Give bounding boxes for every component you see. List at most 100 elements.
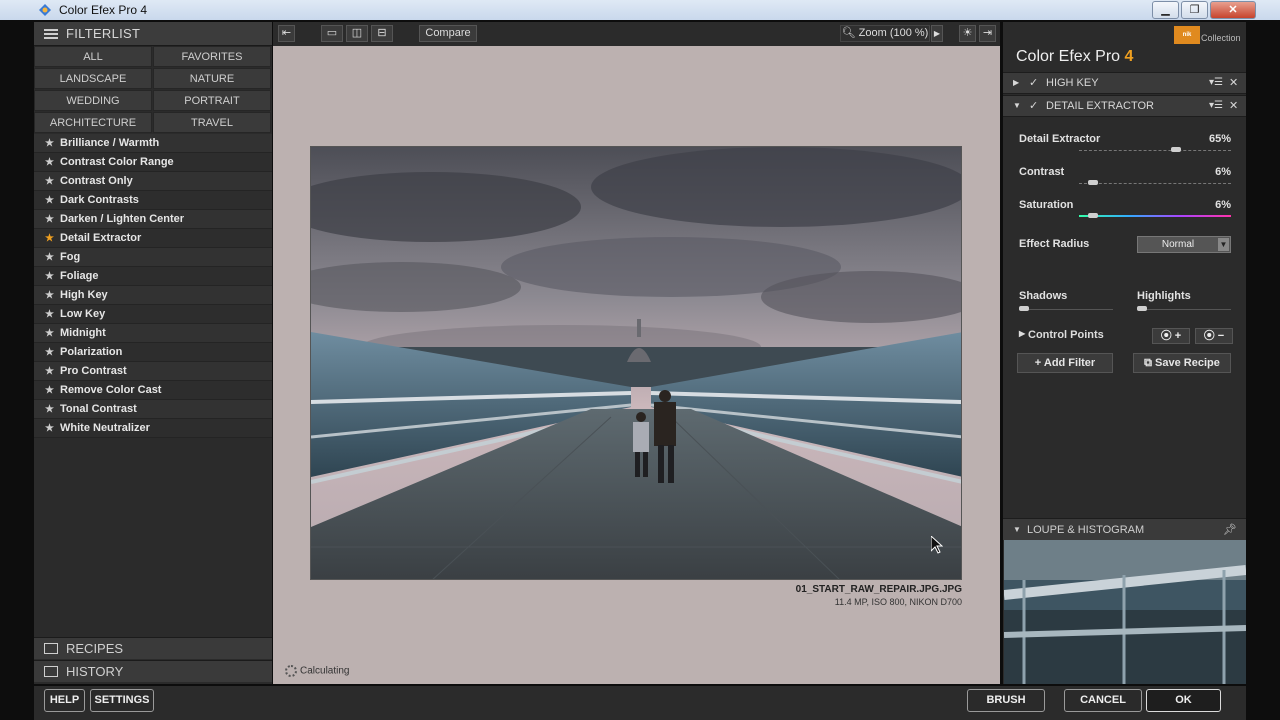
recipes-section[interactable]: RECIPES <box>34 637 272 659</box>
remove-filter-icon[interactable]: ✕ <box>1229 73 1238 93</box>
preview-image[interactable] <box>310 146 962 580</box>
slider-knob[interactable] <box>1087 180 1098 185</box>
side-by-side-view-icon[interactable]: ⊟ <box>371 25 393 42</box>
category-travel[interactable]: TRAVEL <box>153 112 271 133</box>
filterlist-header[interactable]: FILTERLIST <box>34 22 272 46</box>
loupe-preview[interactable] <box>1004 540 1246 684</box>
slider-knob[interactable] <box>1137 306 1147 311</box>
category-architecture[interactable]: ARCHITECTURE <box>34 112 152 133</box>
control-points-label[interactable]: Control Points <box>1028 329 1104 341</box>
split-view-icon[interactable]: ◫ <box>346 25 368 42</box>
slider-track[interactable] <box>1137 309 1231 310</box>
star-icon[interactable]: ★ <box>45 343 54 362</box>
collapse-arrow-icon[interactable]: ▼ <box>1013 96 1021 116</box>
star-icon[interactable]: ★ <box>45 267 54 286</box>
star-icon[interactable]: ★ <box>45 172 54 191</box>
filter-item[interactable]: ★ Pro Contrast <box>34 362 272 381</box>
hide-panel-icon[interactable]: ⇤ <box>278 25 295 42</box>
pin-icon[interactable]: 📌︎ <box>1223 519 1237 541</box>
add-control-point-button[interactable]: ⦿ + <box>1152 328 1190 344</box>
filter-item[interactable]: ★ Remove Color Cast <box>34 381 272 400</box>
filter-item[interactable]: ★ Tonal Contrast <box>34 400 272 419</box>
filter-item[interactable]: ★ High Key <box>34 286 272 305</box>
enable-checkbox[interactable]: ✓ <box>1029 96 1038 116</box>
star-icon[interactable]: ★ <box>45 419 54 438</box>
add-filter-button[interactable]: + Add Filter <box>1017 353 1113 373</box>
brightness-icon[interactable]: ☀ <box>959 25 976 42</box>
star-icon[interactable]: ★ <box>45 400 54 419</box>
help-button[interactable]: HELP <box>44 689 85 712</box>
saturation-slider[interactable]: Saturation 6% <box>1019 199 1231 229</box>
star-icon[interactable]: ★ <box>45 134 54 153</box>
category-wedding[interactable]: WEDDING <box>34 90 152 111</box>
filter-item[interactable]: ★ White Neutralizer <box>34 419 272 438</box>
star-icon[interactable]: ★ <box>45 362 54 381</box>
slider-track[interactable] <box>1079 150 1231 151</box>
filter-item[interactable]: ★ Detail Extractor <box>34 229 272 248</box>
filter-header-detail-extractor[interactable]: ▼ ✓ DETAIL EXTRACTOR ▾☰ ✕ <box>1003 95 1246 117</box>
zoom-arrow-icon[interactable]: ▶ <box>931 25 943 42</box>
effect-radius-select[interactable]: Normal ▼ <box>1137 236 1231 253</box>
slider-knob[interactable] <box>1087 213 1098 218</box>
contrast-slider[interactable]: Contrast 6% <box>1019 166 1231 196</box>
close-button[interactable]: ✕ <box>1210 1 1256 19</box>
remove-filter-icon[interactable]: ✕ <box>1229 96 1238 116</box>
filter-item[interactable]: ★ Low Key <box>34 305 272 324</box>
category-nature[interactable]: NATURE <box>153 68 271 89</box>
star-icon[interactable]: ★ <box>45 210 54 229</box>
highlights-slider[interactable] <box>1137 292 1231 322</box>
star-icon[interactable]: ★ <box>45 381 54 400</box>
filter-item[interactable]: ★ Foliage <box>34 267 272 286</box>
star-icon[interactable]: ★ <box>45 153 54 172</box>
filter-header-high-key[interactable]: ▶ ✓ HIGH KEY ▾☰ ✕ <box>1003 72 1246 94</box>
hide-right-panel-icon[interactable]: ⇥ <box>979 25 996 42</box>
slider-track[interactable] <box>1019 309 1113 310</box>
filter-item[interactable]: ★ Brilliance / Warmth <box>34 134 272 153</box>
file-info: 01_START_RAW_REPAIR.JPG.JPG 11.4 MP, ISO… <box>796 584 962 607</box>
filter-item[interactable]: ★ Fog <box>34 248 272 267</box>
shadows-slider[interactable] <box>1019 292 1113 322</box>
filter-item[interactable]: ★ Contrast Only <box>34 172 272 191</box>
save-recipe-button[interactable]: ⧉ Save Recipe <box>1133 353 1231 373</box>
filter-menu-icon[interactable]: ▾☰ <box>1209 73 1223 93</box>
slider-track[interactable] <box>1079 183 1231 184</box>
brush-button[interactable]: BRUSH <box>967 689 1045 712</box>
settings-button[interactable]: SETTINGS <box>90 689 154 712</box>
category-all[interactable]: ALL <box>34 46 152 67</box>
cancel-button[interactable]: CANCEL <box>1064 689 1142 712</box>
history-section[interactable]: HISTORY <box>34 660 272 682</box>
category-portrait[interactable]: PORTRAIT <box>153 90 271 111</box>
filter-label: Fog <box>60 251 81 263</box>
slider-knob[interactable] <box>1171 147 1182 152</box>
compare-button[interactable]: Compare <box>419 25 477 42</box>
collapse-arrow-icon[interactable]: ▼ <box>1013 519 1021 541</box>
filter-item[interactable]: ★ Dark Contrasts <box>34 191 272 210</box>
remove-control-point-button[interactable]: ⦿ − <box>1195 328 1233 344</box>
star-icon[interactable]: ★ <box>45 191 54 210</box>
star-icon[interactable]: ★ <box>45 305 54 324</box>
minimize-button[interactable]: ▁ <box>1152 1 1179 19</box>
filter-menu-icon[interactable]: ▾☰ <box>1209 96 1223 116</box>
filter-item[interactable]: ★ Midnight <box>34 324 272 343</box>
ok-button[interactable]: OK <box>1146 689 1221 712</box>
filter-item[interactable]: ★ Polarization <box>34 343 272 362</box>
zoom-button[interactable]: 🔍︎ Zoom (100 %) <box>840 25 930 42</box>
single-view-icon[interactable]: ▭ <box>321 25 343 42</box>
category-favorites[interactable]: FAVORITES <box>153 46 271 67</box>
preview-canvas[interactable]: 01_START_RAW_REPAIR.JPG.JPG 11.4 MP, ISO… <box>273 46 1000 684</box>
filter-item[interactable]: ★ Contrast Color Range <box>34 153 272 172</box>
star-icon[interactable]: ★ <box>45 229 54 248</box>
enable-checkbox[interactable]: ✓ <box>1029 73 1038 93</box>
loupe-histogram-header[interactable]: ▼ LOUPE & HISTOGRAM 📌︎ <box>1003 518 1246 540</box>
expand-arrow-icon[interactable]: ▶ <box>1019 329 1025 338</box>
slider-knob[interactable] <box>1019 306 1029 311</box>
star-icon[interactable]: ★ <box>45 248 54 267</box>
filter-item[interactable]: ★ Darken / Lighten Center <box>34 210 272 229</box>
star-icon[interactable]: ★ <box>45 324 54 343</box>
star-icon[interactable]: ★ <box>45 286 54 305</box>
restore-button[interactable]: ❐ <box>1181 1 1208 19</box>
slider-track[interactable] <box>1079 215 1231 217</box>
category-landscape[interactable]: LANDSCAPE <box>34 68 152 89</box>
expand-arrow-icon[interactable]: ▶ <box>1013 73 1019 93</box>
detail-extractor-slider[interactable]: Detail Extractor 65% <box>1019 133 1231 163</box>
